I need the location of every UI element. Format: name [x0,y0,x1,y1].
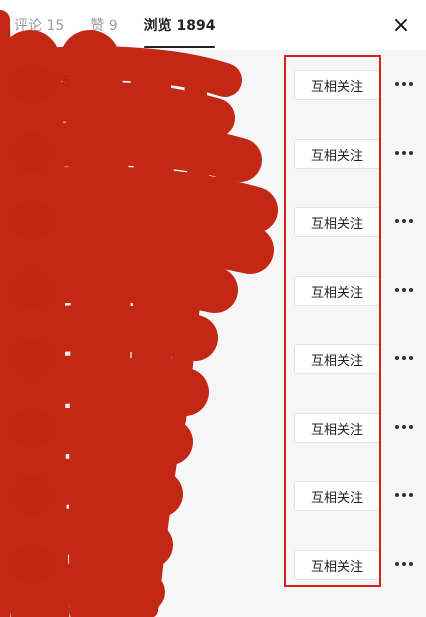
tab-bar: 评论 15 赞 9 浏览 1894 × [0,0,426,50]
avatar [12,475,52,515]
user-info[interactable] [0,393,280,461]
list-item: 互相关注 [0,393,426,461]
more-icon [395,82,413,86]
avatar [12,64,52,104]
avatar [12,133,52,173]
tab-comments[interactable]: 评论 15 [14,0,64,50]
avatar [12,338,52,378]
list-item: 5 互相关注 [0,50,426,118]
mutual-follow-button[interactable]: 互相关注 [294,413,380,443]
user-info[interactable] [0,187,280,255]
user-info[interactable]: 5 [0,50,280,118]
user-info[interactable] [0,119,280,187]
list-item: 互相关注 [0,461,426,529]
mutual-follow-button[interactable]: 互相关注 [294,550,380,580]
mutual-follow-button[interactable]: 互相关注 [294,70,380,100]
list-item: 互相关注 [0,256,426,324]
avatar [12,407,52,447]
list-item: 互相关注 [0,530,426,598]
avatar [12,201,52,241]
tab-likes-label: 赞 9 [90,18,118,34]
tab-likes[interactable]: 赞 9 [90,0,117,50]
more-icon [395,151,413,155]
more-button[interactable] [390,481,418,509]
user-info[interactable] [0,461,280,529]
more-button[interactable] [390,70,418,98]
tab-comments-label: 评论 15 [14,18,65,34]
more-button[interactable] [390,550,418,578]
close-button[interactable]: × [388,12,414,38]
list-item: 互相关注 [0,187,426,255]
more-button[interactable] [390,139,418,167]
tab-views-label: 浏览 1894 [143,18,216,34]
mutual-follow-button[interactable]: 互相关注 [294,276,380,306]
more-icon [395,356,413,360]
user-info[interactable] [0,530,280,598]
more-button[interactable] [390,207,418,235]
avatar [12,270,52,310]
more-icon [395,288,413,292]
list-item: 互相关注 [0,324,426,392]
list-item: 互相关注 [0,119,426,187]
more-button[interactable] [390,413,418,441]
more-button[interactable] [390,344,418,372]
more-icon [395,493,413,497]
viewer-list: 5 互相关注 互相关注 互相关注 互相关注 互相关注 互相关注 互相关注 互相关… [0,50,426,617]
mutual-follow-button[interactable]: 互相关注 [294,139,380,169]
more-icon [395,425,413,429]
tabs: 评论 15 赞 9 浏览 1894 [14,0,215,50]
close-icon: × [391,12,411,38]
user-info[interactable] [0,256,280,324]
more-icon [395,219,413,223]
mutual-follow-button[interactable]: 互相关注 [294,344,380,374]
more-icon [395,562,413,566]
avatar [12,544,52,584]
mutual-follow-button[interactable]: 互相关注 [294,207,380,237]
tab-views[interactable]: 浏览 1894 [143,0,216,50]
mutual-follow-button[interactable]: 互相关注 [294,481,380,511]
more-button[interactable] [390,276,418,304]
user-info[interactable] [0,324,280,392]
username: 5 [62,74,71,90]
